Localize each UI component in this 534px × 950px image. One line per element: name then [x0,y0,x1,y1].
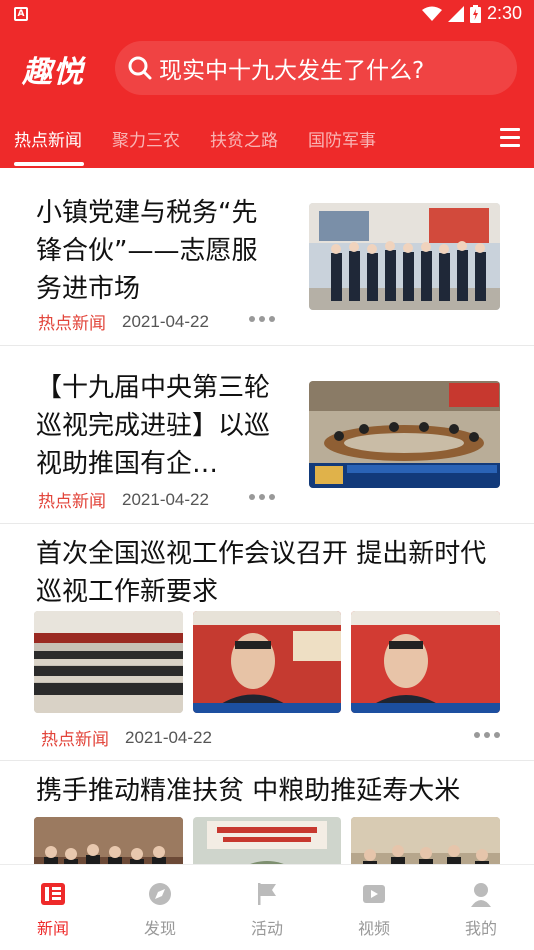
tab-military[interactable]: 国防军事 [308,126,376,151]
news-date: 2021-04-22 [125,727,212,747]
news-thumbnail [34,817,183,864]
news-source: 热点新闻 [38,492,106,512]
news-thumbnail [309,381,500,488]
news-date: 2021-04-22 [122,311,209,331]
app-header: A 2:30 趣悦 现实中十九大发生了什么? 热点新闻 聚力三农 扶贫之路 国防… [0,0,534,168]
news-card[interactable]: 【十九届中央第三轮巡视完成进驻】以巡视助推国有企… 热点新闻 2021-04-2… [0,346,534,524]
news-meta: 热点新闻 2021-04-22 [38,487,209,513]
category-tabs: 热点新闻 聚力三农 扶贫之路 国防军事 [0,118,534,168]
news-meta: 热点新闻 2021-04-22 [41,725,212,751]
search-icon [128,56,152,80]
news-source: 热点新闻 [41,730,109,750]
news-title: 首次全国巡视工作会议召开 提出新时代巡视工作新要求 [36,539,487,607]
tabs-menu-icon[interactable] [500,128,520,148]
active-tab-indicator [14,162,84,166]
more-options-icon[interactable] [249,494,275,502]
tab-poverty-alleviation[interactable]: 扶贫之路 [210,126,278,151]
news-card[interactable]: 首次全国巡视工作会议召开 提出新时代巡视工作新要求 热点新闻 2021-04-2… [0,524,534,761]
news-app: A 2:30 趣悦 现实中十九大发生了什么? 热点新闻 聚力三农 扶贫之路 国防… [0,0,534,950]
news-thumbnail [351,817,500,864]
app-notification-icon: A [14,7,28,21]
search-placeholder: 现实中十九大发生了什么? [159,58,425,84]
bottom-navigation: 新闻 发现 活动 视频 我的 [0,864,534,950]
more-options-icon[interactable] [249,316,275,324]
clock: 2:30 [486,3,522,23]
battery-icon [469,4,481,23]
news-thumbnail [309,203,500,310]
news-source: 热点新闻 [38,314,106,334]
news-thumbnail [34,611,183,713]
news-title: 携手推动精准扶贫 中粮助推延寿大米 [36,776,461,806]
wifi-icon [421,6,442,21]
news-feed[interactable]: 小镇党建与税务“先锋合伙”——志愿服务进市场 热点新闻 2021-04-22 【… [0,168,534,864]
nav-discover[interactable]: 发现 [120,881,200,939]
discover-icon [149,883,171,905]
signal-icon [447,5,464,22]
nav-profile[interactable]: 我的 [441,881,521,939]
news-title: 小镇党建与税务“先锋合伙”——志愿服务进市场 [36,198,258,304]
nav-label: 发现 [143,919,176,938]
news-title: 【十九届中央第三轮巡视完成进驻】以巡视助推国有企… [36,373,271,479]
profile-icon [471,883,491,907]
news-card[interactable]: 携手推动精准扶贫 中粮助推延寿大米 [0,761,534,864]
search-bar[interactable]: 现实中十九大发生了什么? [115,41,517,95]
nav-label: 新闻 [36,919,69,938]
status-bar: A 2:30 [0,0,534,30]
flag-icon [258,883,276,905]
more-options-icon[interactable] [474,732,500,740]
news-thumbnail [193,611,341,713]
tab-hot-news[interactable]: 热点新闻 [14,126,82,151]
nav-label: 视频 [357,919,390,938]
nav-label: 活动 [250,919,283,938]
nav-video[interactable]: 视频 [334,881,414,939]
nav-activity[interactable]: 活动 [227,881,307,939]
tab-agriculture[interactable]: 聚力三农 [112,126,180,151]
news-icon [41,883,65,905]
nav-news[interactable]: 新闻 [13,881,93,939]
news-date: 2021-04-22 [122,489,209,509]
video-icon [363,885,385,903]
status-indicators: 2:30 [421,3,522,24]
news-card[interactable]: 小镇党建与税务“先锋合伙”——志愿服务进市场 热点新闻 2021-04-22 [0,168,534,346]
nav-label: 我的 [464,919,497,938]
news-meta: 热点新闻 2021-04-22 [38,309,209,335]
news-thumbnail [193,817,341,864]
news-thumbnail [351,611,500,713]
app-logo[interactable]: 趣悦 [22,47,84,91]
